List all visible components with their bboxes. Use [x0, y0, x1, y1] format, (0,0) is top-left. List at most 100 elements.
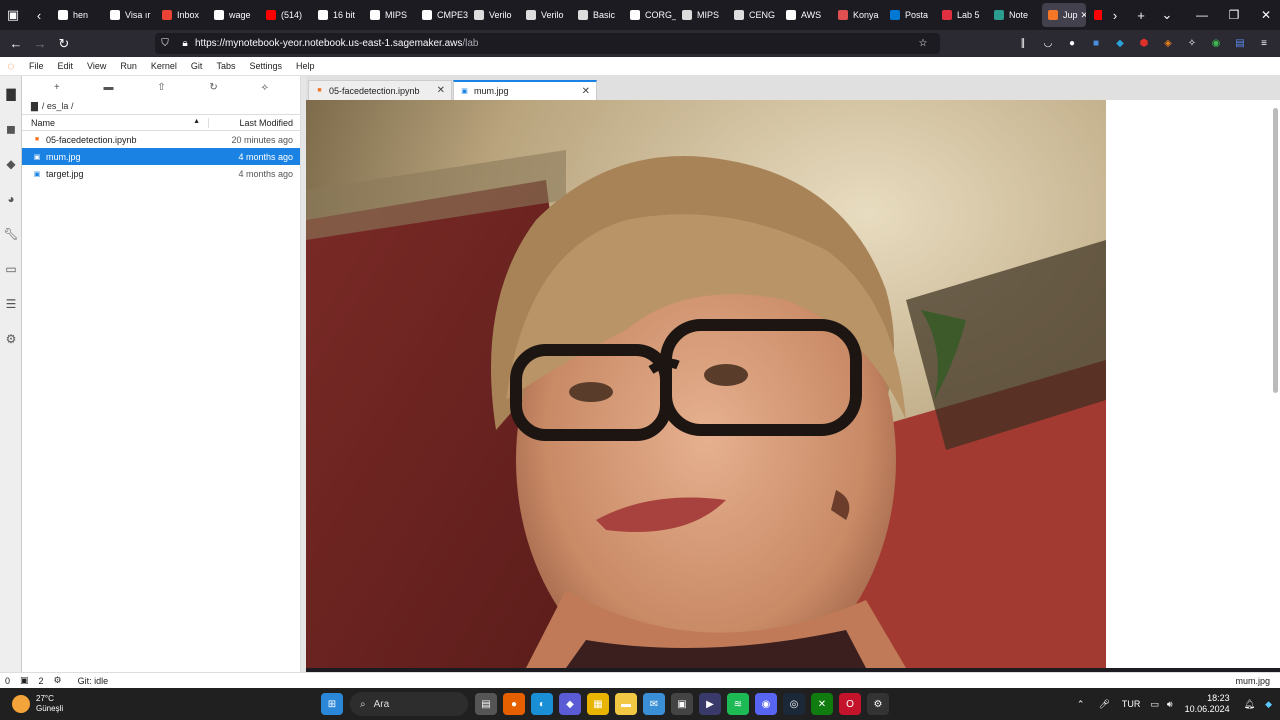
- copilot-icon[interactable]: ◆: [1265, 699, 1272, 710]
- toc-icon[interactable]: ☰: [0, 286, 22, 321]
- address-bar[interactable]: ⛉ 🔒︎ https://mynotebook-yeor.notebook.us…: [155, 33, 940, 54]
- tabs-icon[interactable]: ▭: [0, 251, 22, 286]
- menu-item[interactable]: Git: [184, 61, 210, 71]
- menu-item[interactable]: Help: [289, 61, 322, 71]
- forward-icon[interactable]: →: [28, 30, 52, 57]
- back-icon[interactable]: ←: [4, 30, 28, 57]
- upload-icon[interactable]: ⇧: [157, 82, 165, 93]
- browser-tab[interactable]: Verilo: [468, 0, 520, 30]
- terminal-count[interactable]: 2: [34, 676, 49, 686]
- palette-icon[interactable]: ◕: [0, 181, 22, 216]
- new-folder-icon[interactable]: ▬: [103, 82, 113, 93]
- browser-tab[interactable]: Inbox: [156, 0, 208, 30]
- wrench-icon[interactable]: 🔧︎: [0, 216, 22, 251]
- close-tab-icon[interactable]: ✕: [1081, 10, 1086, 21]
- kernel-count[interactable]: 0: [0, 676, 15, 686]
- task-view-icon[interactable]: ▤: [475, 693, 497, 715]
- browser-tab[interactable]: 16 bit: [312, 0, 364, 30]
- menu-item[interactable]: View: [80, 61, 113, 71]
- weather-icon[interactable]: [12, 695, 30, 713]
- xbox-icon[interactable]: ✕: [811, 693, 833, 715]
- menu-item[interactable]: Tabs: [209, 61, 242, 71]
- browser-tab[interactable]: MIPS: [364, 0, 416, 30]
- extensions-icon[interactable]: ✧: [1181, 33, 1203, 54]
- taskbar-search[interactable]: ⌕ Ara: [350, 692, 468, 716]
- browser-tab[interactable]: Kanal: [1088, 0, 1102, 30]
- steam-icon[interactable]: ◎: [783, 693, 805, 715]
- pocket-icon[interactable]: ◡: [1037, 33, 1059, 54]
- browser-tab[interactable]: Konya: [832, 0, 884, 30]
- opera-icon[interactable]: O: [839, 693, 861, 715]
- extension-5-icon[interactable]: ▤: [1229, 33, 1251, 54]
- menu-item[interactable]: File: [22, 61, 51, 71]
- settings-app-icon[interactable]: ⚙: [867, 693, 889, 715]
- file-row[interactable]: ▣ target.jpg 4 months ago: [22, 165, 300, 182]
- vscode-icon[interactable]: ◆: [559, 693, 581, 715]
- bookmark-star-icon[interactable]: ☆: [912, 33, 934, 54]
- microphone-icon[interactable]: 🎤︎: [1098, 699, 1109, 710]
- refresh-icon[interactable]: ↻: [209, 82, 217, 93]
- browser-tab[interactable]: Posta: [884, 0, 936, 30]
- file-row[interactable]: ▣ mum.jpg 4 months ago: [22, 148, 300, 165]
- reload-icon[interactable]: ↻: [52, 30, 76, 57]
- new-launcher-icon[interactable]: +: [54, 82, 60, 93]
- settings-status-icon[interactable]: ⚙: [49, 675, 67, 686]
- library-icon[interactable]: ∥: [1012, 33, 1034, 54]
- browser-tab[interactable]: CENG: [728, 0, 780, 30]
- restore-icon[interactable]: ❐: [1218, 0, 1250, 30]
- scroll-tabs-right-icon[interactable]: ›: [1102, 0, 1128, 30]
- menu-item[interactable]: Kernel: [144, 61, 184, 71]
- browser-tab[interactable]: Lab 5: [936, 0, 988, 30]
- menu-item[interactable]: Run: [113, 61, 144, 71]
- browser-tab[interactable]: Jup ✕: [1042, 3, 1086, 27]
- metamask-icon[interactable]: ◈: [1157, 33, 1179, 54]
- input-language[interactable]: TUR: [1122, 699, 1141, 709]
- running-kernels-icon[interactable]: ◼: [0, 111, 22, 146]
- close-tab-icon[interactable]: ✕: [582, 86, 590, 97]
- ublock-icon[interactable]: ⬢: [1133, 33, 1155, 54]
- breadcrumb-path[interactable]: / es_la /: [42, 101, 74, 111]
- lock-icon[interactable]: 🔒︎: [175, 38, 195, 49]
- app-yellow-icon[interactable]: ▦: [587, 693, 609, 715]
- discord-icon[interactable]: ◉: [755, 693, 777, 715]
- document-tab[interactable]: ■ 05-facedetection.ipynb ✕: [308, 80, 452, 100]
- tracking-shield-icon[interactable]: ⛉: [155, 38, 175, 49]
- clock[interactable]: 18:23 10.06.2024: [1185, 693, 1230, 715]
- git-icon[interactable]: ◆: [0, 146, 22, 181]
- mail-icon[interactable]: ✉: [643, 693, 665, 715]
- store-icon[interactable]: ▣: [671, 693, 693, 715]
- scroll-tabs-left-icon[interactable]: ‹: [26, 0, 52, 30]
- browser-tab[interactable]: Basic: [572, 0, 624, 30]
- notification-bell-icon[interactable]: 🔔︎: [1244, 699, 1255, 710]
- file-row[interactable]: ■ 05-facedetection.ipynb 20 minutes ago: [22, 131, 300, 148]
- start-icon[interactable]: ⊞: [321, 693, 343, 715]
- vertical-scrollbar[interactable]: [1273, 108, 1278, 393]
- extension-manager-icon[interactable]: ⚙: [0, 321, 22, 356]
- modified-column-header[interactable]: Last Modified: [209, 118, 300, 128]
- extension-1-icon[interactable]: ●: [1061, 33, 1083, 54]
- close-window-icon[interactable]: ✕: [1250, 0, 1280, 30]
- folder-crumb-icon[interactable]: ▇: [31, 101, 38, 112]
- terminal-icon[interactable]: ▣: [15, 675, 34, 686]
- file-explorer-icon[interactable]: ▬: [615, 693, 637, 715]
- app-menu-icon[interactable]: ≡: [1253, 33, 1275, 54]
- edge-icon[interactable]: ◐: [531, 693, 553, 715]
- browser-tab[interactable]: (514): [260, 0, 312, 30]
- browser-tab[interactable]: CMPE325: [416, 0, 468, 30]
- browser-tab[interactable]: hen: [52, 0, 104, 30]
- extension-4-icon[interactable]: ◉: [1205, 33, 1227, 54]
- network-icon[interactable]: ▭: [1150, 699, 1159, 710]
- volume-icon[interactable]: 🔊︎: [1167, 699, 1173, 710]
- extension-2-icon[interactable]: ■: [1085, 33, 1107, 54]
- new-tab-icon[interactable]: +: [1128, 0, 1154, 30]
- name-column-header[interactable]: Name ▲: [22, 117, 209, 128]
- browser-tab[interactable]: wage: [208, 0, 260, 30]
- firefox-icon[interactable]: ●: [503, 693, 525, 715]
- folder-icon[interactable]: ▇: [0, 76, 22, 111]
- browser-tab[interactable]: Visa ır: [104, 0, 156, 30]
- browser-tab[interactable]: MIPS: [676, 0, 728, 30]
- extension-3-icon[interactable]: ◆: [1109, 33, 1131, 54]
- browser-tab[interactable]: CORG_Pr: [624, 0, 676, 30]
- media-player-icon[interactable]: ▶: [699, 693, 721, 715]
- browser-tab[interactable]: Verilo: [520, 0, 572, 30]
